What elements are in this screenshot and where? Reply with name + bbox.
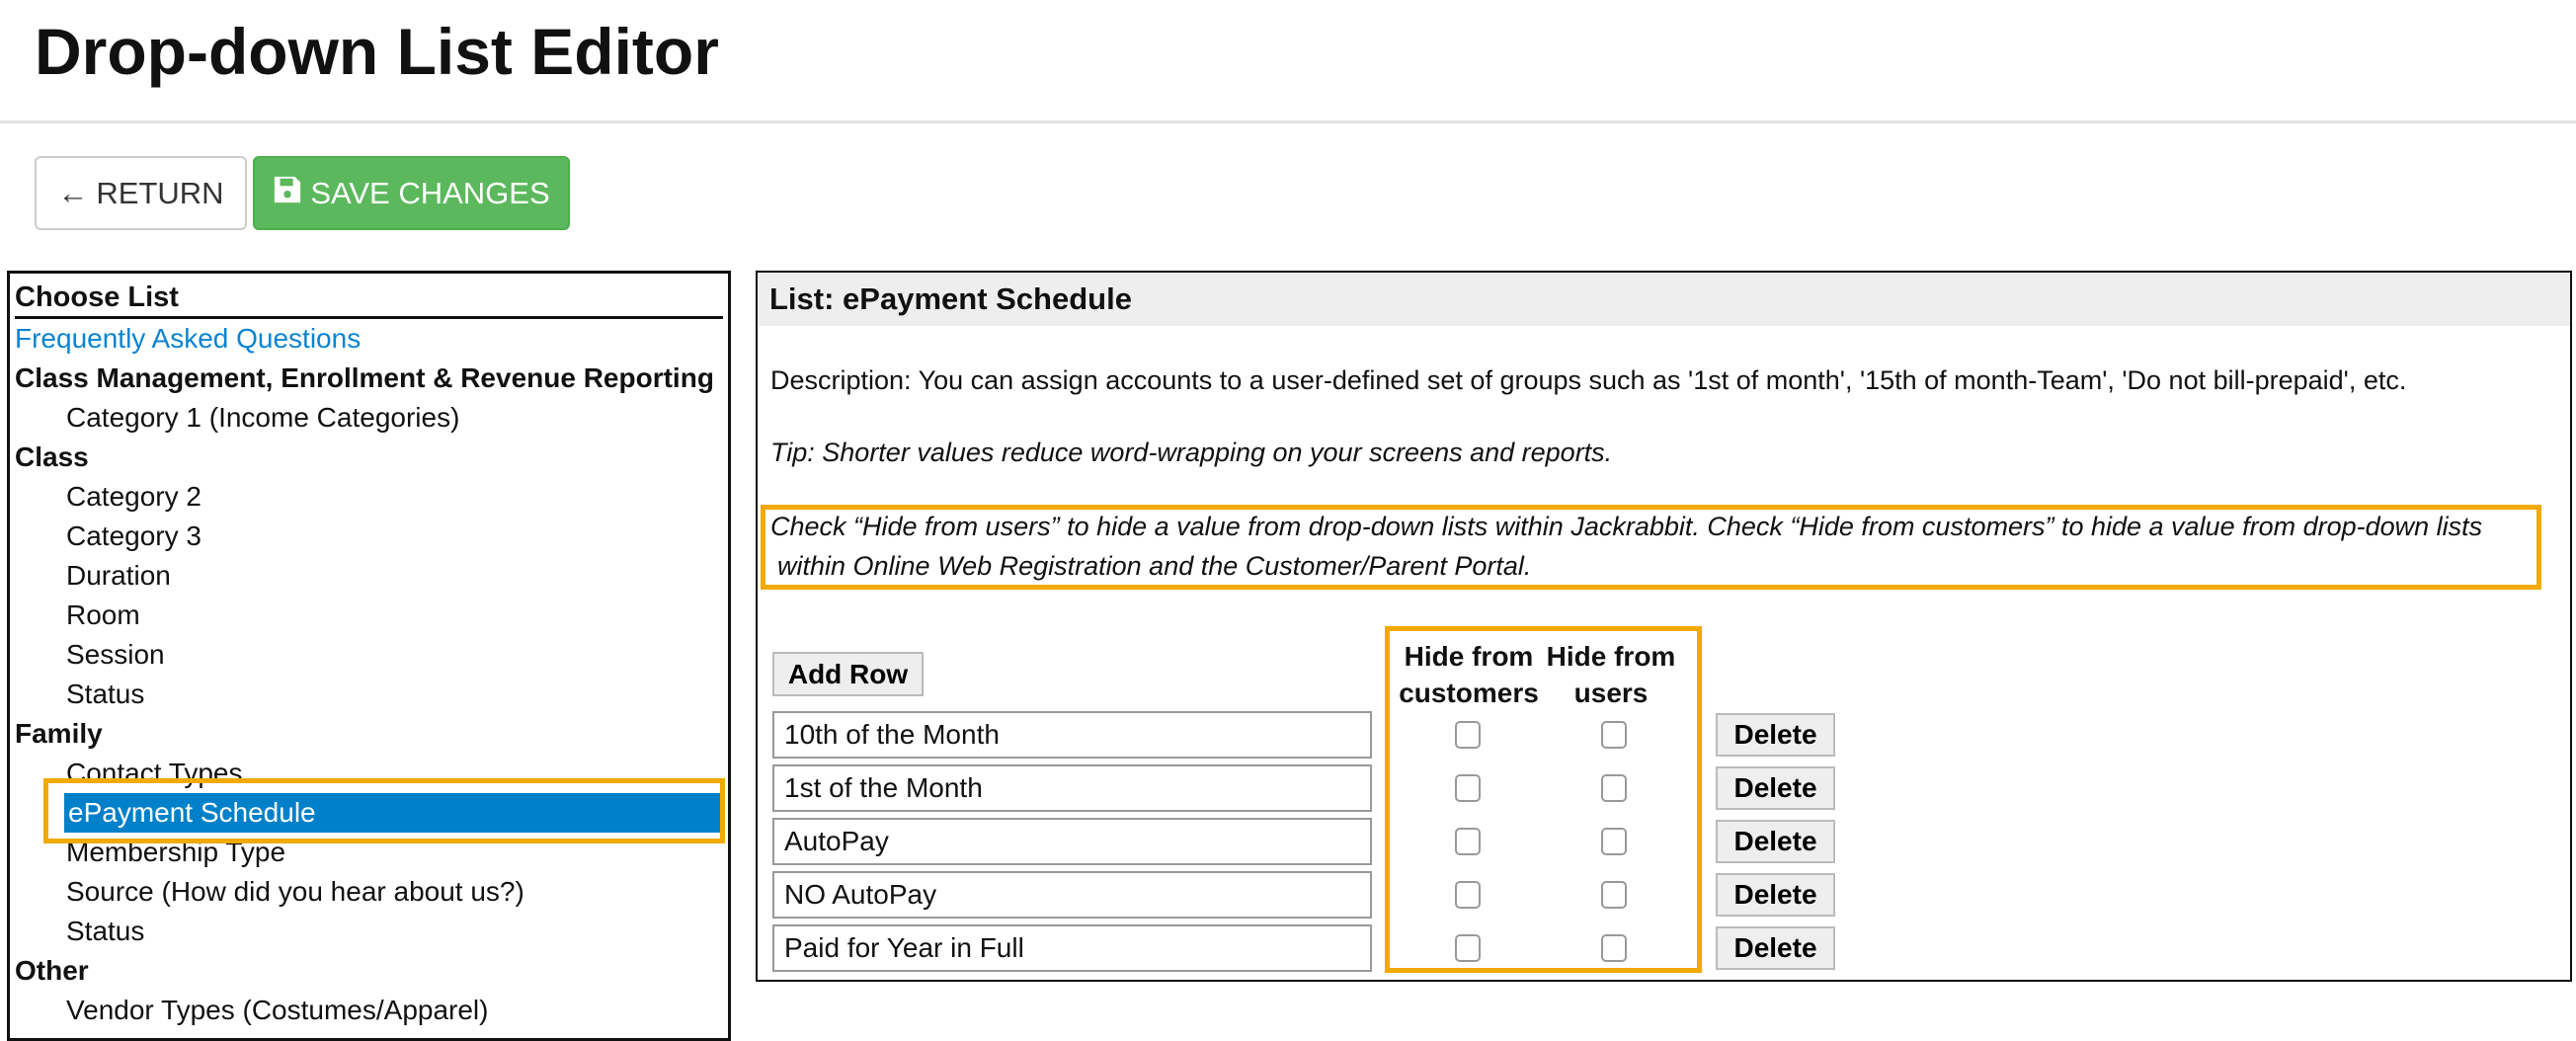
hide-from-customers-checkbox[interactable] <box>1455 881 1481 909</box>
list-item[interactable]: Status <box>15 912 723 951</box>
page-header: Drop-down List Editor <box>0 0 2576 123</box>
list-group-heading: Other <box>15 955 89 986</box>
hide-from-customers-checkbox[interactable] <box>1455 828 1481 855</box>
hide-from-users-checkbox[interactable] <box>1601 828 1627 855</box>
row-value-input[interactable]: NO AutoPay <box>772 871 1372 919</box>
hide-from-users-checkbox[interactable] <box>1601 881 1627 909</box>
hide-from-users-checkbox[interactable] <box>1601 721 1627 749</box>
list-item[interactable]: Status <box>15 675 723 714</box>
return-label: RETURN <box>96 175 224 210</box>
hide-from-customers-checkbox[interactable] <box>1455 934 1481 962</box>
list-item[interactable]: Frequently Asked Questions <box>15 319 723 359</box>
hide-from-users-checkbox[interactable] <box>1601 774 1627 802</box>
list-item[interactable]: Duration <box>15 556 723 596</box>
save-label: SAVE CHANGES <box>310 175 550 210</box>
list-item[interactable]: Vendor Types (Costumes/Apparel) <box>15 991 723 1030</box>
hide-from-users-checkbox[interactable] <box>1601 934 1627 962</box>
choose-list-panel: Choose List Frequently Asked Questions Cl… <box>7 271 731 1041</box>
list-item[interactable]: Source (How did you hear about us?) <box>15 872 723 912</box>
list-group-heading: Family <box>15 718 103 749</box>
col-hide-users: Hide from users <box>1546 641 1676 708</box>
row-value-input[interactable]: Paid for Year in Full <box>772 924 1372 972</box>
delete-row-button[interactable]: Delete <box>1716 926 1835 970</box>
floppy-disk-icon <box>273 175 302 212</box>
note-line-1: Check “Hide from users” to hide a value … <box>770 512 2483 541</box>
list-item[interactable]: Category 3 <box>15 517 723 556</box>
delete-row-button[interactable]: Delete <box>1716 820 1835 863</box>
return-button[interactable]: ← RETURN <box>35 156 247 230</box>
list-item[interactable]: Category 1 (Income Categories) <box>15 398 723 438</box>
list-item[interactable]: Room <box>15 596 723 635</box>
arrow-left-icon: ← <box>57 175 89 210</box>
add-row-button[interactable]: Add Row <box>772 652 924 696</box>
delete-row-button[interactable]: Delete <box>1716 713 1835 757</box>
col-hide-customers: Hide from customers <box>1399 641 1539 708</box>
list-group-heading: Class Management, Enrollment & Revenue R… <box>15 362 714 393</box>
row-value-input[interactable]: 1st of the Month <box>772 764 1372 812</box>
list-item[interactable]: Category 2 <box>15 477 723 517</box>
choose-list-title: Choose List <box>15 278 723 319</box>
note-line-2: within Online Web Registration and the C… <box>777 551 1532 581</box>
selected-item-highlight <box>43 778 725 843</box>
list-description: Description: You can assign accounts to … <box>770 365 2407 395</box>
row-value-input[interactable]: AutoPay <box>772 818 1372 865</box>
delete-row-button[interactable]: Delete <box>1716 873 1835 917</box>
page-title: Drop-down List Editor <box>35 15 719 88</box>
tip-text: Tip: Shorter values reduce word-wrapping… <box>770 438 1613 467</box>
row-value-input[interactable]: 10th of the Month <box>772 711 1372 759</box>
hide-from-customers-checkbox[interactable] <box>1455 721 1481 749</box>
list-item[interactable]: Session <box>15 635 723 675</box>
list-group-heading: Class <box>15 441 89 472</box>
hide-from-customers-checkbox[interactable] <box>1455 774 1481 802</box>
save-changes-button[interactable]: SAVE CHANGES <box>253 156 570 230</box>
list-editor-panel: List: ePayment Schedule Description: You… <box>756 271 2572 982</box>
delete-row-button[interactable]: Delete <box>1716 766 1835 810</box>
list-title: List: ePayment Schedule <box>758 273 2570 326</box>
